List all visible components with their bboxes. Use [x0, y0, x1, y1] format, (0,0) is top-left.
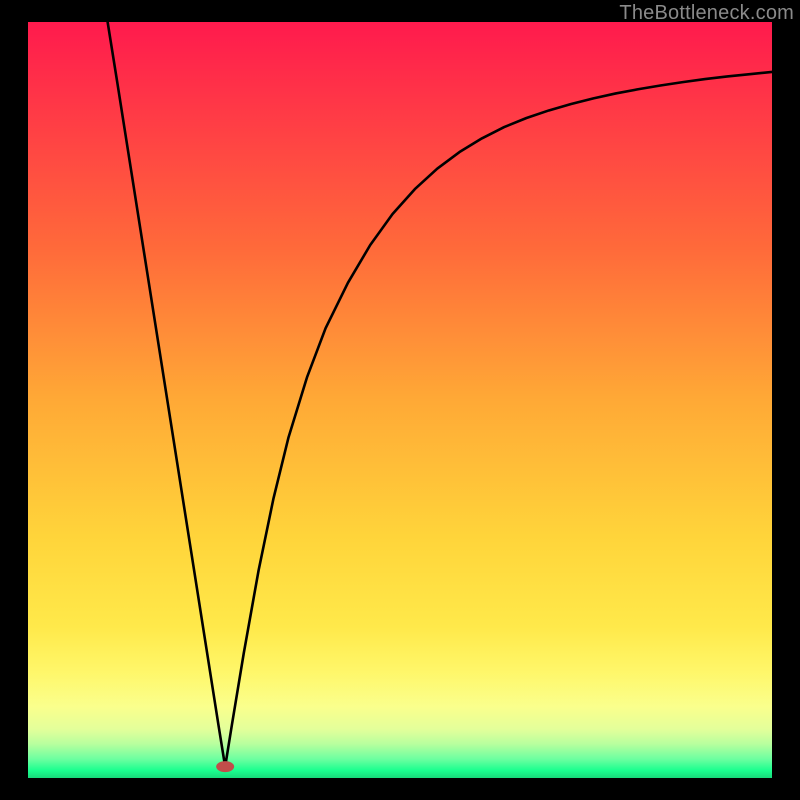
chart-plot-area: [28, 22, 772, 778]
watermark-text: TheBottleneck.com: [619, 2, 794, 25]
chart-frame: TheBottleneck.com: [0, 0, 800, 800]
minimum-marker: [216, 761, 234, 772]
chart-svg: [28, 22, 772, 778]
gradient-background: [28, 22, 772, 778]
